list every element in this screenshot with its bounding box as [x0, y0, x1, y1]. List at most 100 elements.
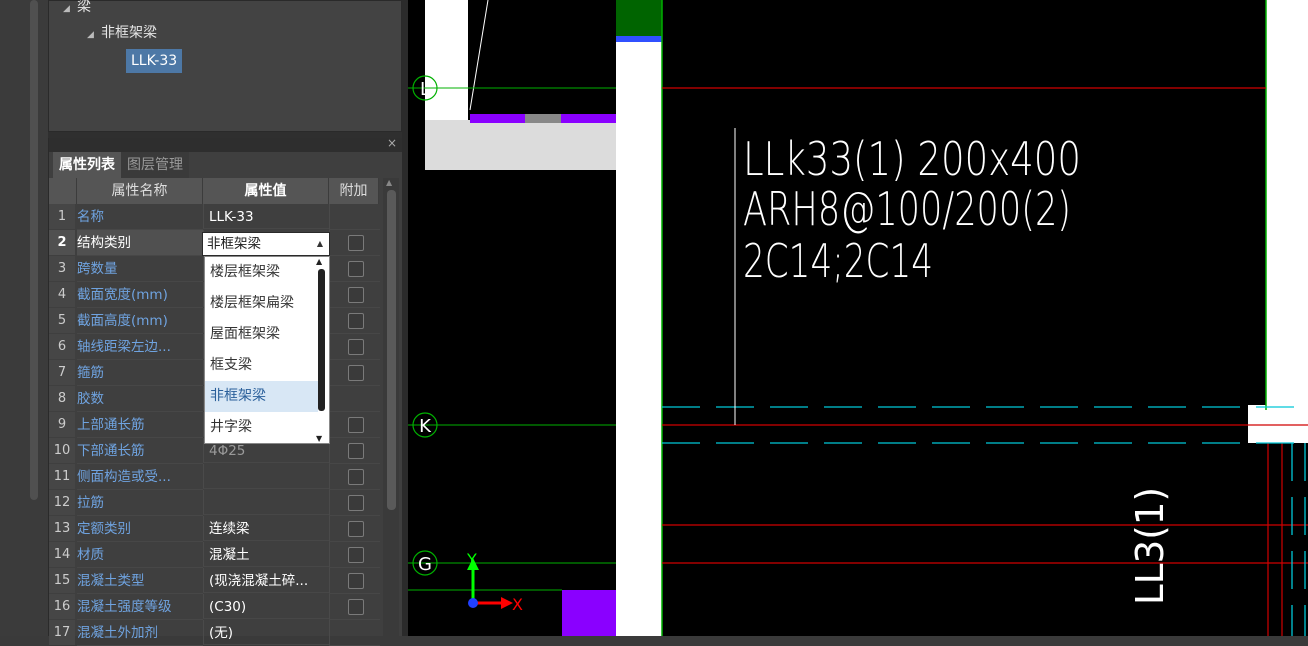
property-value[interactable]: (无) — [203, 620, 329, 645]
room-void — [468, 0, 616, 122]
extra-checkbox[interactable] — [348, 521, 364, 537]
dropdown-option[interactable]: 屋面框架梁 — [205, 319, 318, 350]
extra-checkbox[interactable] — [348, 547, 364, 563]
row-number: 4 — [49, 282, 75, 307]
scrollbar-thumb[interactable] — [387, 190, 396, 510]
beam-label-vertical: LL3(1) — [1128, 487, 1172, 605]
wall-slab — [425, 120, 625, 170]
property-row[interactable]: 17 混凝土外加剂 (无) — [49, 620, 380, 646]
tab-layers[interactable]: 图层管理 — [121, 152, 189, 178]
dropdown-option[interactable]: 框支梁 — [205, 350, 318, 381]
caret-up-icon[interactable]: ▲ — [317, 233, 323, 255]
extra-checkbox[interactable] — [348, 599, 364, 615]
property-extra-cell — [329, 464, 380, 490]
property-row[interactable]: 16 混凝土强度等级 (C30) — [49, 594, 380, 620]
property-extra-cell — [329, 620, 380, 646]
select-value: 非框架梁 — [207, 236, 261, 252]
row-number: 11 — [49, 464, 75, 489]
beam-annotation: LLk33(1) 200x400 ARH8@100/200(2) 2C14;2C… — [743, 132, 1081, 288]
dropdown-option[interactable]: 井字梁 — [205, 412, 318, 443]
scroll-up-icon[interactable]: ▲ — [386, 178, 392, 187]
extra-checkbox[interactable] — [348, 313, 364, 329]
tree-item-selected[interactable]: LLK-33 — [126, 49, 183, 73]
tree-node-label: 非框架梁 — [101, 25, 157, 41]
dropdown-option[interactable]: 非框架梁 — [205, 381, 318, 412]
property-value[interactable]: 混凝土 — [203, 542, 329, 567]
dropdown-option[interactable]: 楼层框架扁梁 — [205, 288, 318, 319]
property-extra-cell — [329, 360, 380, 386]
row-number: 12 — [49, 490, 75, 515]
property-row[interactable]: 13 定额类别 连续梁 — [49, 516, 380, 542]
property-value[interactable]: 连续梁 — [203, 516, 329, 541]
extra-checkbox[interactable] — [348, 495, 364, 511]
structure-type-options: 楼层框架梁 楼层框架扁梁 屋面框架梁 框支梁 非框架梁 井字梁 ▲ ▼ — [204, 256, 330, 444]
row-number: 10 — [49, 438, 75, 463]
axis-label: K — [419, 416, 432, 437]
property-name: 材质 — [77, 542, 203, 568]
row-number: 15 — [49, 568, 75, 593]
left-scrollbar[interactable] — [30, 0, 38, 500]
extra-checkbox[interactable] — [348, 443, 364, 459]
wall-column-right — [1266, 0, 1308, 410]
gray-segment — [525, 114, 561, 123]
property-extra-cell — [329, 438, 380, 464]
property-value[interactable]: LLK-33 — [203, 204, 329, 229]
property-extra-cell — [329, 568, 380, 594]
ucs-x-label: X — [512, 595, 523, 614]
property-grid-scrollbar[interactable]: ▲ — [383, 178, 399, 638]
property-extra-cell — [329, 308, 380, 334]
blue-strip — [616, 36, 662, 42]
panel-titlebar: × — [49, 136, 403, 152]
extra-checkbox[interactable] — [348, 417, 364, 433]
property-name: 定额类别 — [77, 516, 203, 542]
expand-arrow-icon[interactable]: ◢ — [87, 25, 101, 45]
extra-checkbox[interactable] — [348, 365, 364, 381]
scrollbar-thumb[interactable] — [318, 269, 325, 411]
close-icon[interactable]: × — [387, 136, 397, 150]
property-extra-cell — [329, 542, 380, 568]
property-value[interactable] — [203, 464, 329, 489]
col-header-num — [49, 178, 77, 204]
extra-checkbox[interactable] — [348, 287, 364, 303]
property-row[interactable]: 14 材质 混凝土 — [49, 542, 380, 568]
tree-node-root[interactable]: ◢ 梁 — [63, 0, 91, 17]
extra-checkbox[interactable] — [348, 339, 364, 355]
dropdown-option[interactable]: 楼层框架梁 — [205, 257, 318, 288]
property-name: 胶数 — [77, 386, 203, 412]
row-number: 5 — [49, 308, 75, 333]
property-row[interactable]: 1 名称 LLK-33 — [49, 204, 380, 230]
row-number: 8 — [49, 386, 75, 411]
property-name: 截面宽度(mm) — [77, 282, 203, 308]
dropdown-scrollbar[interactable]: ▲ ▼ — [315, 257, 327, 443]
property-row[interactable]: 12 拉筋 — [49, 490, 380, 516]
row-number: 13 — [49, 516, 75, 541]
property-row[interactable]: 15 混凝土类型 (现浇混凝土碎... — [49, 568, 380, 594]
row-number: 7 — [49, 360, 75, 385]
extra-checkbox[interactable] — [348, 573, 364, 589]
extra-checkbox[interactable] — [348, 261, 364, 277]
green-block — [616, 0, 662, 40]
property-value[interactable]: (C30) — [203, 594, 329, 619]
wall-column-center — [616, 42, 662, 636]
expand-arrow-icon[interactable]: ◢ — [63, 0, 77, 19]
scroll-up-icon[interactable]: ▲ — [316, 257, 322, 266]
property-name: 上部通长筋 — [77, 412, 203, 438]
col-header-extra: 附加 — [329, 178, 379, 204]
axis-label: G — [418, 554, 432, 575]
scroll-down-icon[interactable]: ▼ — [316, 434, 322, 443]
tree-node-child[interactable]: ◢ 非框架梁 — [87, 23, 157, 43]
extra-checkbox[interactable] — [348, 235, 364, 251]
tab-properties[interactable]: 属性列表 — [53, 152, 121, 178]
property-extra-cell — [329, 334, 380, 360]
extra-checkbox[interactable] — [348, 469, 364, 485]
annotation-line-2: ARH8@100/200(2) — [743, 182, 1071, 236]
property-value[interactable]: (现浇混凝土碎... — [203, 568, 329, 593]
cad-drawing-canvas[interactable]: LLk33(1) 200x400 ARH8@100/200(2) 2C14;2C… — [408, 0, 1308, 636]
property-name: 箍筋 — [77, 360, 203, 386]
property-value[interactable] — [203, 490, 329, 515]
property-row[interactable]: 11 侧面构造或受... — [49, 464, 380, 490]
tree-node-label: 梁 — [77, 0, 91, 15]
purple-beam — [561, 114, 616, 123]
property-name: 结构类别 — [77, 230, 203, 256]
structure-type-select[interactable]: 非框架梁 ▲ — [202, 232, 330, 256]
